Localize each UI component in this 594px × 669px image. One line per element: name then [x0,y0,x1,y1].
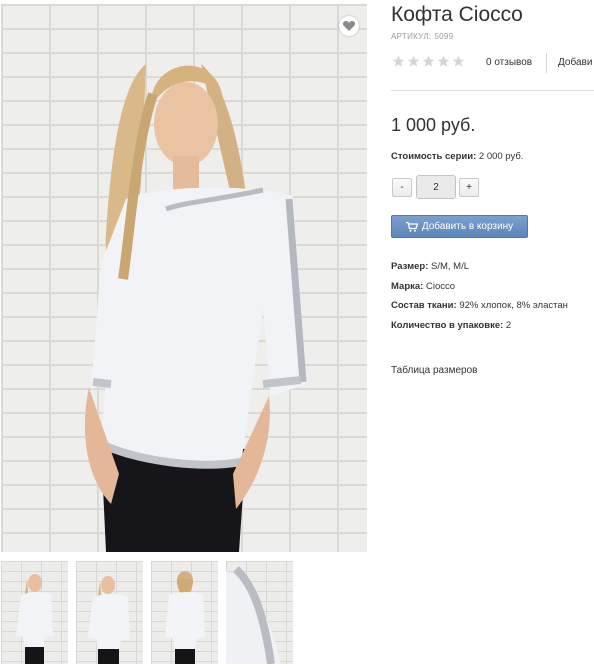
quantity-decrease-button[interactable]: - [392,178,412,197]
property-name: Количество в упаковке: [391,319,504,331]
sku-label: АРТИКУЛ: [391,32,432,41]
series-price-value: 2 000 руб. [478,151,524,162]
property-size: Размер: S/M, M/L [391,261,594,281]
property-value: 92% хлопок, 8% эластан [459,300,568,311]
quantity-input[interactable] [416,175,456,199]
property-fabric: Состав ткани: 92% хлопок, 8% эластан [391,300,594,320]
thumbnail-3[interactable] [151,561,218,664]
wishlist-button[interactable] [339,16,359,36]
star-icon[interactable] [452,55,465,68]
property-pack-quantity: Количество в упаковке: 2 [391,320,594,340]
series-price-label: Стоимость серии: [391,151,477,162]
property-name: Состав ткани: [391,300,457,311]
size-table-link[interactable]: Таблица размеров [391,365,477,376]
add-review-link[interactable]: Добави [558,57,592,68]
series-price: Стоимость серии: 2 000 руб. [391,151,523,162]
rating-row: 0 отзывов Добави [391,53,594,73]
rating-stars[interactable] [392,55,465,71]
product-info: Кофта Ciocco АРТИКУЛ: 5099 0 отзывов Доба… [391,0,594,669]
heart-icon [343,21,355,31]
add-to-cart-button[interactable]: Добавить в корзину [391,215,528,238]
quantity-increase-button[interactable]: + [459,178,479,197]
star-icon[interactable] [422,55,435,68]
product-title: Кофта Ciocco [391,3,523,26]
thumbnail-3-image [165,571,205,664]
property-brand: Марка: Ciocco [391,281,594,301]
product-sku: АРТИКУЛ: 5099 [391,32,453,41]
thumbnail-2-image [88,576,130,664]
property-value: Ciocco [425,280,456,292]
product-properties: Размер: S/M, M/L Марка: Ciocco Состав тк… [391,261,594,339]
thumbnail-strip [1,561,301,664]
thumbnail-1[interactable] [1,561,68,664]
star-icon[interactable] [437,55,450,68]
sku-value: 5099 [434,32,454,41]
property-value: 2 [505,319,512,331]
product-price: 1 000 руб. [391,115,476,135]
main-product-photo[interactable] [1,4,367,552]
property-value: S/M, M/L [431,261,470,272]
star-icon[interactable] [407,55,420,68]
property-name: Марка: [391,280,424,292]
divider [391,90,594,91]
cart-icon [405,221,418,232]
thumbnail-4[interactable] [226,561,293,664]
add-to-cart-label: Добавить в корзину [421,221,514,232]
property-name: Размер: [391,261,429,272]
thumbnail-1-image [16,574,53,664]
model-photo-illustration [84,64,307,552]
divider [546,53,547,73]
star-icon[interactable] [392,55,405,68]
thumbnail-4-image [226,566,281,664]
thumbnail-2[interactable] [76,561,143,664]
reviews-link[interactable]: 0 отзывов [486,57,532,68]
